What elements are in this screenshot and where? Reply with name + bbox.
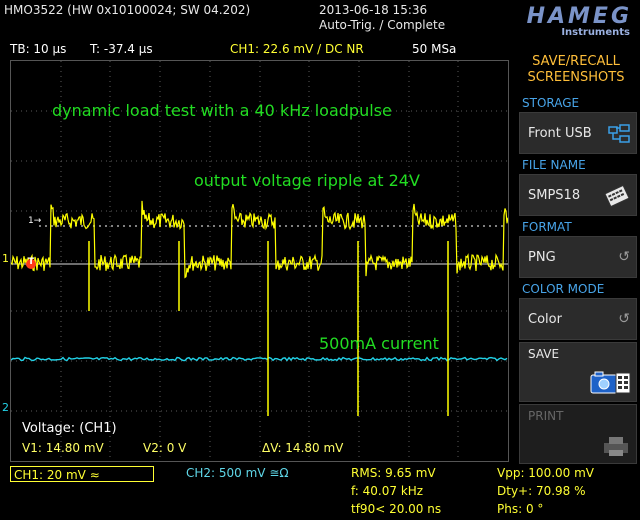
storage-caption: STORAGE	[522, 96, 580, 110]
trigger-status: Auto-Trig. / Complete	[319, 18, 446, 32]
measure-phase: Phs: 0 °	[497, 502, 544, 516]
cursor-delta: ΔV: 14.80 mV	[262, 441, 344, 455]
annotation-load-test: dynamic load test with a 40 kHz loadpuls…	[52, 101, 392, 120]
keyboard-edit-icon	[604, 184, 630, 208]
measure-duty: Dty+: 70.98 %	[497, 484, 586, 498]
ch2-scale[interactable]: CH2: 500 mV ≅Ω	[186, 466, 289, 480]
measure-falltime: tf90< 20.00 ns	[351, 502, 442, 516]
trigger-time-readout[interactable]: T: -37.4 µs	[90, 42, 153, 56]
ch1-cursor-marker: 1→	[28, 216, 42, 226]
save-label: SAVE	[528, 347, 560, 361]
colormode-button[interactable]: Color ↺	[519, 298, 637, 340]
storage-button[interactable]: Front USB	[519, 112, 637, 154]
format-value: PNG	[528, 250, 556, 265]
annotation-current: 500mA current	[319, 334, 439, 353]
print-label: PRINT	[528, 409, 564, 423]
ch1-spikes	[88, 241, 449, 416]
rotate-knob-icon: ↺	[618, 249, 630, 265]
brand-name: HAMEG	[526, 4, 632, 29]
graticule	[11, 61, 508, 461]
waveform-display[interactable]: 1→ 1 2 T dynamic load test with a 40 kHz…	[2, 60, 509, 462]
usb-folder-icon	[608, 124, 630, 143]
measure-rms: RMS: 9.65 mV	[351, 466, 436, 480]
instrument-model: HMO3522 (HW 0x10100024; SW 04.202)	[4, 3, 251, 17]
hameg-logo: HAMEG Instruments	[452, 4, 632, 38]
printer-icon	[604, 437, 628, 456]
storage-value: Front USB	[528, 126, 592, 141]
colormode-caption: COLOR MODE	[522, 282, 605, 296]
timebase-readout[interactable]: TB: 10 µs	[10, 42, 66, 56]
ch1-offset-marker: 1	[2, 252, 9, 265]
save-button[interactable]: SAVE	[519, 342, 637, 402]
measure-frequency: f: 40.07 kHz	[351, 484, 424, 498]
filename-button[interactable]: SMPS18	[519, 174, 637, 216]
filename-caption: FILE NAME	[522, 158, 586, 172]
measure-vpp: Vpp: 100.00 mV	[497, 466, 595, 480]
filename-value: SMPS18	[528, 188, 581, 203]
rotate-knob-icon: ↺	[618, 311, 630, 327]
trigger-marker-label: T	[28, 257, 35, 267]
cursor-v1: V1: 14.80 mV	[22, 441, 104, 455]
ch1-scale[interactable]: CH1: 20 mV ≈	[10, 466, 154, 482]
brand-sub: Instruments	[561, 27, 630, 38]
waveform-canvas	[11, 61, 508, 461]
ch2-offset-marker: 2	[2, 401, 9, 414]
sample-rate-readout: 50 MSa	[412, 42, 457, 56]
camera-save-icon	[590, 371, 631, 394]
cursor-title: Voltage: (CH1)	[22, 421, 117, 436]
colormode-value: Color	[528, 312, 562, 327]
menu-title: SAVE/RECALL SCREENSHOTS	[527, 54, 625, 85]
datetime: 2013-06-18 15:36	[319, 3, 428, 17]
print-button[interactable]: PRINT	[519, 404, 637, 464]
ch1-trace	[11, 200, 508, 279]
cursor-v2: V2: 0 V	[143, 441, 187, 455]
format-caption: FORMAT	[522, 220, 572, 234]
ch1-trigger-readout[interactable]: CH1: 22.6 mV / DC NR	[230, 42, 364, 56]
ch2-trace	[11, 356, 508, 362]
annotation-ripple: output voltage ripple at 24V	[194, 171, 420, 190]
format-button[interactable]: PNG ↺	[519, 236, 637, 278]
